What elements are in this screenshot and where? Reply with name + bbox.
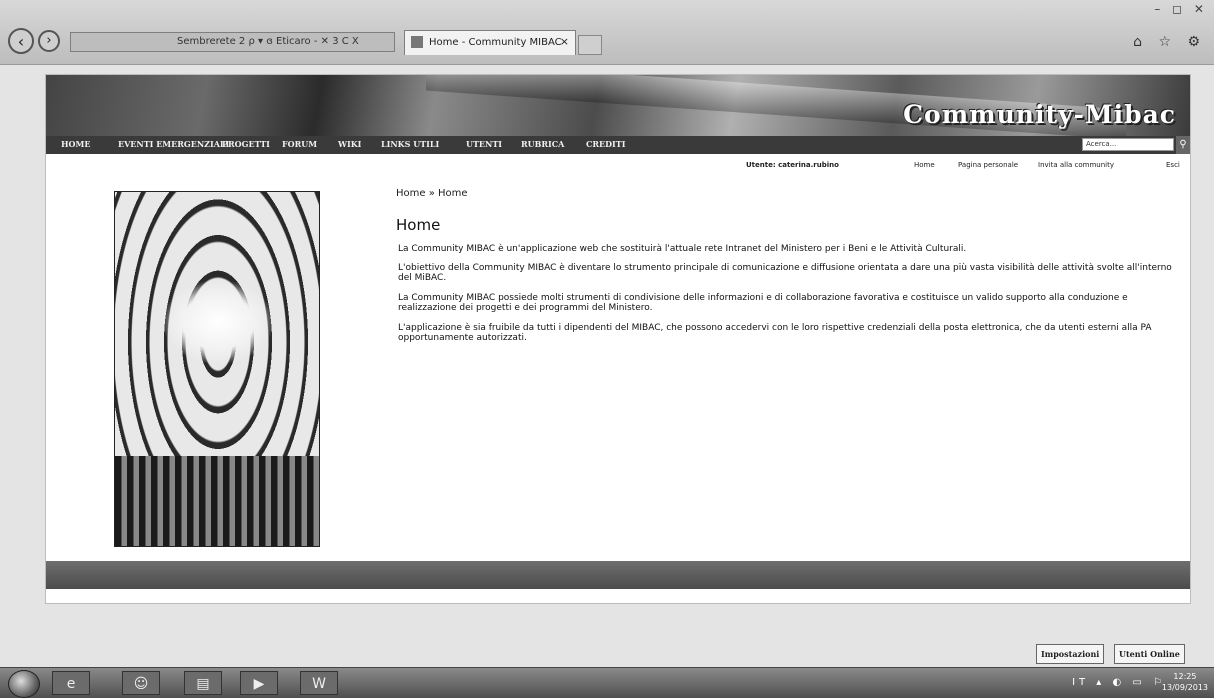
favicon-icon (411, 36, 423, 48)
user-icon[interactable]: ☺ (122, 671, 160, 695)
link-home[interactable]: Home (914, 161, 935, 169)
menu-item-links-utili[interactable]: LINKS UTILI (381, 139, 439, 149)
tab-title: Home - Community MIBAC (429, 37, 562, 48)
browser-toolbar: ‹ › Sembrerete 2 ρ ▾ ɞ Eticaro - ✕ 3 C X… (0, 0, 1214, 65)
tab-home-community[interactable]: Home - Community MIBAC × (404, 30, 576, 55)
content-paragraph-2: L'obiettivo della Community MIBAC è dive… (398, 263, 1172, 283)
utenti-online-tab[interactable]: Utenti Online (1114, 644, 1185, 664)
menu-item-utenti[interactable]: UTENTI (466, 139, 502, 149)
menu-item-home[interactable]: HOME (61, 139, 90, 149)
menu-item-forum[interactable]: FORUM (282, 139, 317, 149)
link-pagina-personale[interactable]: Pagina personale (958, 161, 1018, 169)
content-paragraph-3: La Community MIBAC possiede molti strume… (398, 293, 1128, 313)
menu-item-wiki[interactable]: WIKI (338, 139, 361, 149)
link-invita-community[interactable]: Invita alla community (1038, 161, 1114, 169)
pantheon-dome-image (114, 191, 320, 547)
system-tray[interactable]: IT ▴ ◐ ▭ ⚐ (1072, 677, 1166, 688)
site-banner: Community-Mibac (46, 75, 1190, 144)
clock-date: 13/09/2013 (1161, 683, 1208, 692)
user-links-bar: Utente: caterina.rubino Home Pagina pers… (46, 161, 1190, 175)
address-bar[interactable]: Sembrerete 2 ρ ▾ ɞ Eticaro - ✕ 3 C X (70, 32, 395, 52)
site-title: Community-Mibac (903, 100, 1176, 129)
internet-explorer-icon[interactable]: e (52, 671, 90, 695)
breadcrumb: Home » Home (396, 188, 468, 199)
window-controls[interactable]: – ◻ ✕ (1154, 2, 1208, 16)
main-menu: HOME EVENTI EMERGENZIALI PROGETTI FORUM … (46, 136, 1190, 154)
content-paragraph-1: La Community MIBAC è un'applicazione web… (398, 244, 967, 254)
folder-icon[interactable]: ▤ (184, 671, 222, 695)
menu-item-progetti[interactable]: PROGETTI (222, 139, 270, 149)
current-user-label: Utente: caterina.rubino (746, 161, 839, 169)
word-icon[interactable]: W (300, 671, 338, 695)
browser-tools-icons[interactable]: ⌂ ☆ ⚙ (1133, 34, 1206, 50)
page-footer-bar (46, 561, 1190, 589)
page-title: Home (396, 216, 441, 234)
content-paragraph-4: L'applicazione è sia fruibile da tutti i… (398, 323, 1152, 343)
pantheon-interior-columns (115, 456, 319, 546)
clock[interactable]: 12:25 13/09/2013 (1162, 671, 1208, 693)
search-icon[interactable]: ⚲ (1176, 136, 1190, 154)
menu-item-crediti[interactable]: CREDITI (586, 139, 626, 149)
search-input[interactable]: Acerca... (1082, 138, 1174, 151)
back-icon[interactable]: ‹ (8, 28, 34, 54)
impostazioni-tab[interactable]: Impostazioni (1036, 644, 1105, 664)
menu-item-eventi[interactable]: EVENTI EMERGENZIALI (118, 139, 229, 149)
link-esci[interactable]: Esci (1166, 161, 1180, 169)
start-button-icon[interactable] (8, 670, 40, 698)
menu-item-rubrica[interactable]: RUBRICA (521, 139, 564, 149)
forward-icon[interactable]: › (38, 30, 60, 52)
tab-close-icon[interactable]: × (560, 35, 569, 48)
media-player-icon[interactable]: ▶ (240, 671, 278, 695)
windows-taskbar: e ☺ ▤ ▶ W IT ▴ ◐ ▭ ⚐ 12:25 13/09/2013 (0, 667, 1214, 698)
address-text: Sembrerete 2 ρ ▾ ɞ Eticaro - ✕ 3 C X (177, 36, 359, 47)
clock-time: 12:25 (1173, 672, 1197, 681)
page-container: Community-Mibac HOME EVENTI EMERGENZIALI… (45, 74, 1191, 604)
new-tab-button[interactable] (578, 35, 602, 55)
